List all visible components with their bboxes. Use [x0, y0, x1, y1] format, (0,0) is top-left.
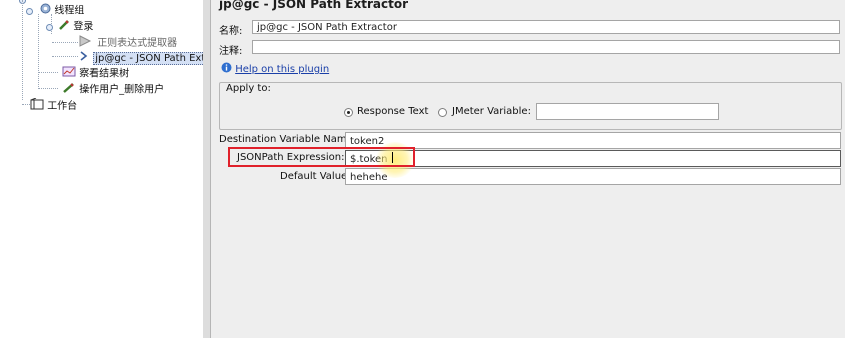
thread-group-icon — [40, 3, 51, 18]
default-value-label: Default Value: — [280, 171, 351, 182]
extractor-icon — [78, 50, 90, 66]
tree-item-login[interactable]: 登录 — [46, 19, 94, 34]
jsonpath-expression-field[interactable]: $.token — [345, 150, 841, 167]
tree-guide-line — [22, 104, 30, 105]
workbench-icon — [30, 97, 44, 114]
sampler-pen-icon — [58, 19, 70, 34]
tree-item-label: 登录 — [73, 21, 94, 33]
tree-item-label: 工作台 — [47, 101, 78, 112]
dest-variable-field[interactable]: token2 — [345, 132, 841, 149]
tree-guide-line — [38, 72, 58, 73]
listener-chart-icon — [62, 66, 76, 81]
tree-item-label: 线程组 — [54, 5, 85, 17]
comment-field[interactable] — [252, 40, 840, 54]
help-link-text[interactable]: Help on this plugin — [235, 64, 329, 75]
info-icon — [221, 62, 232, 76]
tree-guide-line — [52, 56, 78, 57]
help-link[interactable]: Help on this plugin — [221, 62, 329, 76]
tree-expand-handle[interactable] — [26, 7, 33, 15]
split-pane-divider[interactable] — [203, 0, 211, 338]
sampler-pen-icon — [62, 82, 76, 97]
response-text-radio[interactable] — [344, 108, 353, 117]
name-label: 名称: — [219, 26, 243, 37]
tree-item-regex-extractor[interactable]: 正则表达式提取器 — [78, 35, 178, 51]
annotation-highlight-box — [228, 147, 415, 167]
tree-item-workbench[interactable]: 工作台 — [30, 97, 78, 114]
tree-item-label: jp@gc - JSON Path Extr — [93, 52, 203, 65]
response-text-label[interactable]: Response Text — [357, 106, 428, 117]
jmeter-variable-radio[interactable] — [438, 108, 447, 117]
tree-guide-line — [38, 88, 58, 89]
tree-item-delete-user[interactable]: 操作用户_删除用户 — [62, 82, 165, 97]
comment-label: 注释: — [219, 46, 243, 57]
tree-guide-line — [22, 0, 23, 100]
tree-guide-line — [38, 14, 39, 89]
name-field[interactable]: jp@gc - JSON Path Extractor — [252, 20, 840, 34]
jmeter-variable-label[interactable]: JMeter Variable: — [452, 106, 531, 117]
panel-title: jp@gc - JSON Path Extractor — [219, 0, 408, 11]
extractor-icon — [78, 35, 94, 51]
extractor-config-panel: jp@gc - JSON Path Extractor 名称: jp@gc - … — [211, 0, 845, 338]
jmeter-variable-field[interactable] — [536, 103, 719, 120]
test-plan-tree[interactable]: 线程组 登录 正则表达式提取器 jp@gc - JSON Path Extr 察… — [0, 0, 204, 338]
tree-item-label: 操作用户_删除用户 — [79, 84, 165, 96]
tree-expand-handle[interactable] — [46, 23, 53, 31]
tree-guide-line — [52, 42, 78, 43]
dest-variable-label: Destination Variable Name: — [219, 134, 357, 145]
default-value-field[interactable]: hehehe — [345, 168, 841, 185]
tree-item-label: 察看结果树 — [79, 68, 130, 80]
tree-item-thread-group[interactable]: 线程组 — [26, 3, 85, 18]
tree-item-json-path-extractor[interactable]: jp@gc - JSON Path Extr — [78, 50, 203, 66]
tree-item-view-results-tree[interactable]: 察看结果树 — [62, 66, 130, 81]
tree-item-label: 正则表达式提取器 — [97, 38, 178, 49]
apply-to-legend: Apply to: — [226, 83, 271, 94]
